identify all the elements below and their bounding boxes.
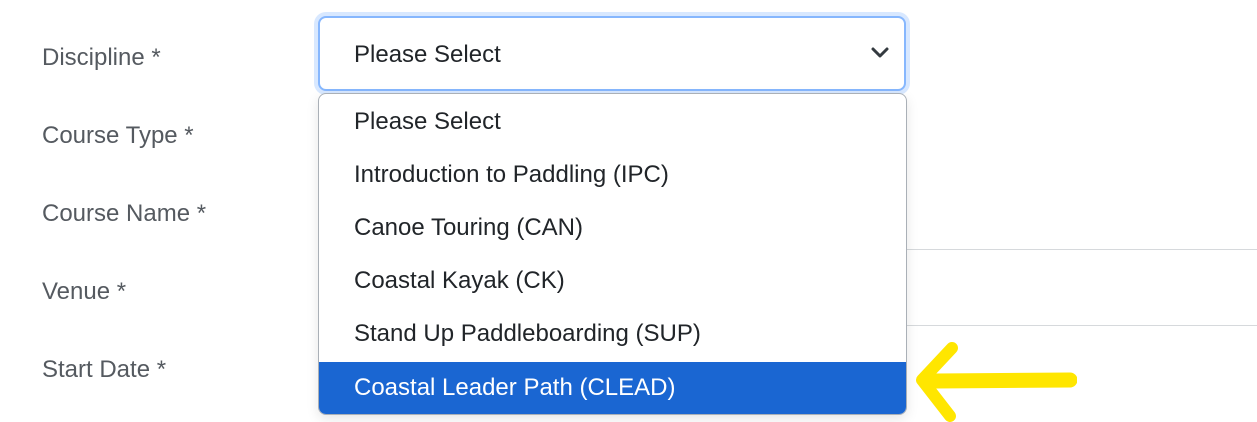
option-introduction-to-paddling[interactable]: Introduction to Paddling (IPC) xyxy=(319,149,906,201)
discipline-dropdown-list: Please Select Introduction to Paddling (… xyxy=(318,93,907,415)
course-name-field-edge xyxy=(906,249,1257,250)
chevron-down-icon xyxy=(871,47,889,58)
course-type-label: Course Type * xyxy=(42,122,194,149)
discipline-label: Discipline * xyxy=(42,44,161,71)
option-coastal-kayak[interactable]: Coastal Kayak (CK) xyxy=(319,255,906,307)
venue-field-edge xyxy=(906,325,1257,326)
discipline-select-value: Please Select xyxy=(354,41,501,68)
discipline-select[interactable]: Please Select xyxy=(318,16,906,91)
arrow-left-icon xyxy=(916,342,1077,422)
course-name-label: Course Name * xyxy=(42,200,207,227)
option-please-select[interactable]: Please Select xyxy=(319,96,906,148)
venue-label: Venue * xyxy=(42,278,127,305)
option-coastal-leader-path[interactable]: Coastal Leader Path (CLEAD) xyxy=(319,362,906,414)
start-date-label: Start Date * xyxy=(42,356,167,383)
option-stand-up-paddleboarding[interactable]: Stand Up Paddleboarding (SUP) xyxy=(319,308,906,360)
option-canoe-touring[interactable]: Canoe Touring (CAN) xyxy=(319,202,906,254)
